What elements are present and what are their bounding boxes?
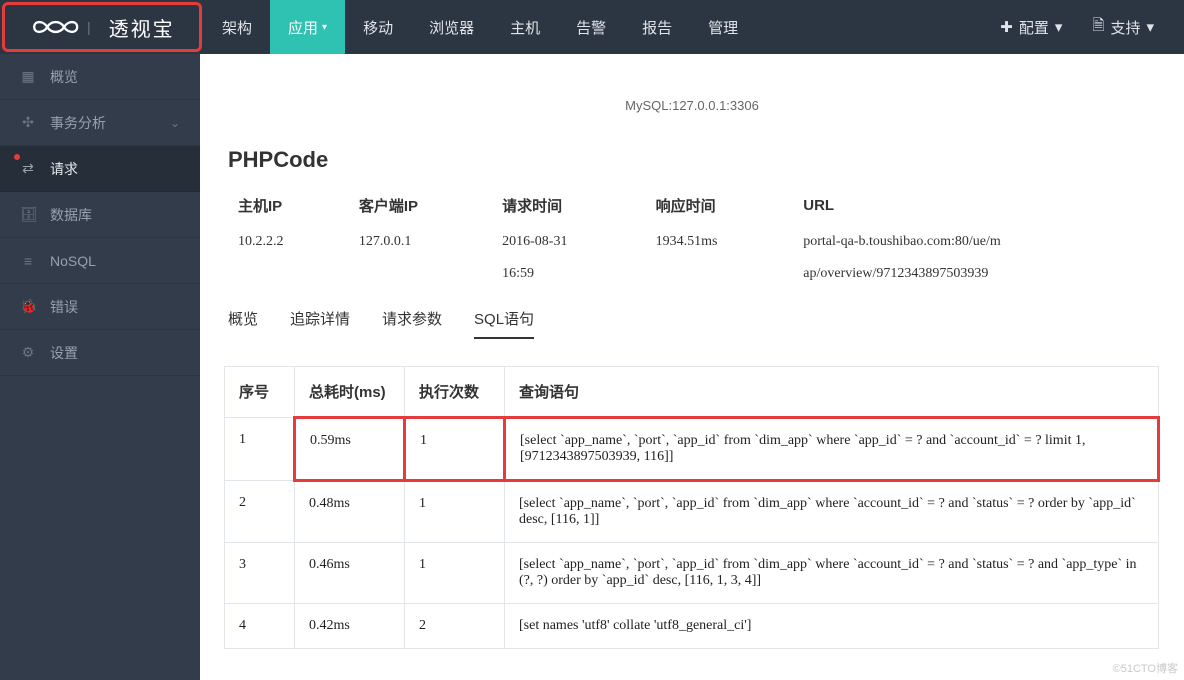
cell-time: 0.42ms — [295, 604, 405, 649]
sidebar-item-5[interactable]: 🐞 错误 — [0, 284, 200, 330]
sidebar-item-6[interactable]: ⚙ 设置 — [0, 330, 200, 376]
cell-count: 1 — [405, 481, 505, 543]
gear-icon: ⚙ — [20, 344, 36, 361]
sidebar-item-label: 数据库 — [50, 205, 92, 225]
nav-right-item-0[interactable]: ✚ 配置 ▾ — [1000, 17, 1062, 38]
table-row: 40.42ms2[set names 'utf8' collate 'utf8_… — [225, 604, 1159, 649]
transaction-icon: ✣ — [20, 114, 36, 131]
nav-item-1[interactable]: 应用▾ — [270, 0, 345, 54]
bug-icon: 🐞 — [20, 298, 36, 315]
nav-item-0[interactable]: 架构 — [204, 0, 270, 54]
request-icon: ⇄ — [20, 160, 36, 177]
chevron-down-icon: ▾ — [322, 22, 327, 33]
sidebar: ▦ 概览 ✣ 事务分析 ⌄ ⇄ 请求 🗄 数据库 ≡ NoSQL 🐞 错误 ⚙ 设置 — [0, 54, 200, 680]
infinity-logo-icon — [23, 13, 79, 41]
watermark: ©51CTO博客 — [1113, 660, 1178, 676]
cell-time: 0.48ms — [295, 481, 405, 543]
cell-seq: 4 — [225, 604, 295, 649]
nav-item-3[interactable]: 浏览器 — [411, 0, 492, 54]
tab-3[interactable]: SQL语句 — [474, 308, 534, 339]
cell-seq: 3 — [225, 543, 295, 604]
cell-query: [select `app_name`, `port`, `app_id` fro… — [505, 543, 1159, 604]
th-seq: 序号 — [225, 367, 295, 418]
mysql-label: MySQL:127.0.0.1:3306 — [224, 54, 1160, 133]
notification-dot-icon — [14, 154, 20, 160]
table-row: 10.59ms1[select `app_name`, `port`, `app… — [225, 418, 1159, 481]
doc-icon: 🗎 — [1092, 15, 1104, 40]
table-row: 20.48ms1[select `app_name`, `port`, `app… — [225, 481, 1159, 543]
nav-items: 架构应用▾移动浏览器主机告警报告管理 — [204, 0, 756, 54]
th-query: 查询语句 — [505, 367, 1159, 418]
chevron-down-icon: ⌄ — [170, 116, 180, 130]
nav-right-label: 支持 — [1110, 17, 1140, 38]
nav-right: ✚ 配置 ▾ 🗎 支持 ▾ — [1000, 0, 1184, 54]
td-host-ip: 10.2.2.2 — [224, 226, 345, 258]
nav-item-7[interactable]: 管理 — [690, 0, 756, 54]
th-url: URL — [789, 185, 1160, 226]
nav-right-label: 配置 — [1019, 17, 1049, 38]
info-table: 主机IP 客户端IP 请求时间 响应时间 URL 10.2.2.2 127.0.… — [224, 185, 1160, 290]
cell-seq: 2 — [225, 481, 295, 543]
td-response-time: 1934.51ms — [642, 226, 790, 258]
cell-query: [select `app_name`, `port`, `app_id` fro… — [505, 418, 1159, 481]
sidebar-item-label: 请求 — [50, 159, 78, 179]
info-value-row2: 16:59 ap/overview/9712343897503939 — [224, 258, 1160, 290]
th-response-time: 响应时间 — [642, 185, 790, 226]
cell-query: [select `app_name`, `port`, `app_id` fro… — [505, 481, 1159, 543]
cell-count: 1 — [405, 543, 505, 604]
logo[interactable]: | 透视宝 — [2, 2, 202, 52]
sql-table: 序号 总耗时(ms) 执行次数 查询语句 10.59ms1[select `ap… — [224, 366, 1160, 649]
nav-item-6[interactable]: 报告 — [624, 0, 690, 54]
td-url: portal-qa-b.toushibao.com:80/ue/m — [789, 226, 1160, 258]
tab-0[interactable]: 概览 — [228, 308, 258, 339]
cell-count: 1 — [405, 418, 505, 481]
sidebar-item-label: 事务分析 — [50, 113, 106, 133]
sidebar-item-0[interactable]: ▦ 概览 — [0, 54, 200, 100]
th-client-ip: 客户端IP — [345, 185, 488, 226]
nav-item-2[interactable]: 移动 — [345, 0, 411, 54]
sidebar-item-label: 概览 — [50, 67, 78, 87]
chevron-down-icon: ▾ — [1146, 18, 1154, 36]
sidebar-item-3[interactable]: 🗄 数据库 — [0, 192, 200, 238]
tab-1[interactable]: 追踪详情 — [290, 308, 350, 339]
plus-icon: ✚ — [1000, 18, 1013, 36]
nav-right-item-1[interactable]: 🗎 支持 ▾ — [1092, 15, 1154, 40]
sidebar-item-2[interactable]: ⇄ 请求 — [0, 146, 200, 192]
sidebar-item-4[interactable]: ≡ NoSQL — [0, 238, 200, 284]
cell-seq: 1 — [225, 418, 295, 481]
th-count: 执行次数 — [405, 367, 505, 418]
td-request-time-2: 16:59 — [488, 258, 641, 290]
cell-query: [set names 'utf8' collate 'utf8_general_… — [505, 604, 1159, 649]
logo-text: 透视宝 — [109, 13, 175, 42]
sidebar-item-1[interactable]: ✣ 事务分析 ⌄ — [0, 100, 200, 146]
sidebar-item-label: 设置 — [50, 343, 78, 363]
info-header-row: 主机IP 客户端IP 请求时间 响应时间 URL — [224, 185, 1160, 226]
cell-time: 0.46ms — [295, 543, 405, 604]
td-url-2: ap/overview/9712343897503939 — [789, 258, 1160, 290]
td-client-ip: 127.0.0.1 — [345, 226, 488, 258]
info-value-row: 10.2.2.2 127.0.0.1 2016-08-31 1934.51ms … — [224, 226, 1160, 258]
detail-tabs: 概览 追踪详情 请求参数 SQL语句 — [224, 290, 1160, 340]
cell-time: 0.59ms — [295, 418, 405, 481]
th-time: 总耗时(ms) — [295, 367, 405, 418]
list-icon: ≡ — [20, 253, 36, 269]
nav-item-4[interactable]: 主机 — [492, 0, 558, 54]
cell-count: 2 — [405, 604, 505, 649]
th-host-ip: 主机IP — [224, 185, 345, 226]
database-icon: 🗄 — [20, 206, 36, 223]
nav-item-5[interactable]: 告警 — [558, 0, 624, 54]
th-request-time: 请求时间 — [488, 185, 641, 226]
top-nav: | 透视宝 架构应用▾移动浏览器主机告警报告管理 ✚ 配置 ▾ 🗎 支持 ▾ — [0, 0, 1184, 54]
chevron-down-icon: ▾ — [1055, 18, 1063, 36]
sidebar-item-label: NoSQL — [50, 253, 96, 269]
section-title: PHPCode — [228, 147, 1160, 173]
sidebar-item-label: 错误 — [50, 297, 78, 317]
grid-icon: ▦ — [20, 68, 36, 85]
main-content: MySQL:127.0.0.1:3306 PHPCode 主机IP 客户端IP … — [200, 54, 1184, 680]
td-request-time: 2016-08-31 — [488, 226, 641, 258]
table-row: 30.46ms1[select `app_name`, `port`, `app… — [225, 543, 1159, 604]
tab-2[interactable]: 请求参数 — [382, 308, 442, 339]
